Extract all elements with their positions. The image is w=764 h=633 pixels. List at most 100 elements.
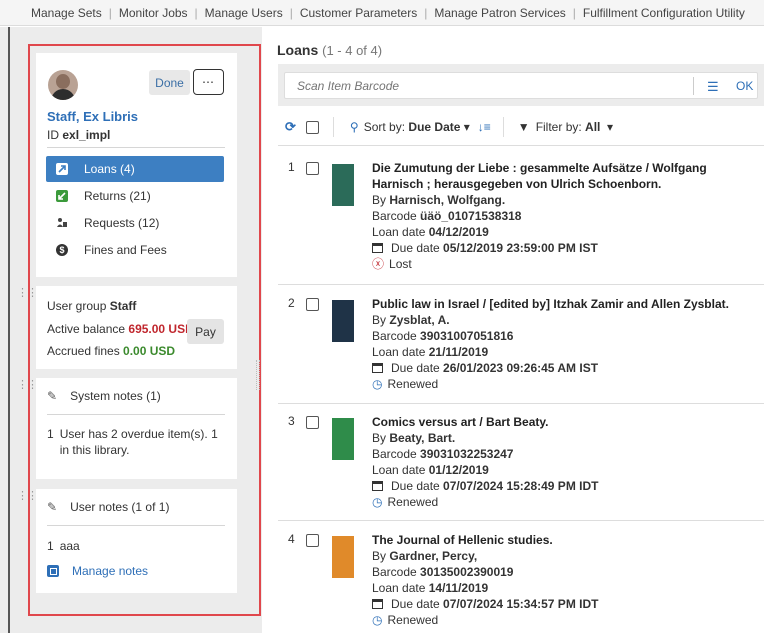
item-checkbox[interactable] bbox=[306, 162, 319, 175]
nav-manage-users[interactable]: Manage Users bbox=[205, 6, 283, 20]
accrued-fines: Accrued fines 0.00 USD bbox=[47, 344, 176, 358]
item-author: By Harnisch, Wolfgang. bbox=[372, 193, 506, 207]
nav-separator: | bbox=[289, 5, 293, 20]
item-title[interactable]: Comics versus art / Bart Beaty. bbox=[372, 414, 752, 430]
book-cover[interactable] bbox=[332, 164, 354, 206]
list-icon[interactable]: ☰ bbox=[707, 79, 719, 95]
item-title[interactable]: Public law in Israel / [edited by] Itzha… bbox=[372, 296, 752, 312]
calendar-icon bbox=[372, 599, 383, 609]
divider bbox=[278, 403, 764, 404]
search-icon: ⚲ bbox=[349, 120, 359, 134]
item-status: ◷ Renewed bbox=[372, 377, 439, 391]
item-status: ◷ Renewed bbox=[372, 613, 439, 627]
refresh-icon[interactable]: ⟳ bbox=[285, 119, 296, 135]
menu-item-requests[interactable]: Requests (12) bbox=[46, 210, 224, 236]
nav-manage-sets[interactable]: Manage Sets bbox=[31, 6, 102, 20]
manage-notes-icon bbox=[47, 565, 59, 577]
panel-resize-handle[interactable] bbox=[256, 360, 260, 390]
sort-dropdown[interactable]: Sort by: Due Date ▾ bbox=[364, 120, 470, 134]
pay-button[interactable]: Pay bbox=[187, 319, 224, 344]
item-checkbox[interactable] bbox=[306, 298, 319, 311]
page-title: Loans (1 - 4 of 4) bbox=[277, 42, 383, 58]
divider bbox=[47, 414, 225, 415]
calendar-icon bbox=[372, 363, 383, 373]
divider bbox=[332, 117, 334, 137]
item-loan-date: Loan date 04/12/2019 bbox=[372, 225, 489, 239]
item-author: By Zysblat, A. bbox=[372, 313, 450, 327]
divider bbox=[47, 525, 225, 526]
item-title[interactable]: Die Zumutung der Liebe : gesammelte Aufs… bbox=[372, 160, 752, 192]
nav-separator: | bbox=[572, 5, 576, 20]
calendar-icon bbox=[372, 243, 383, 253]
book-cover[interactable] bbox=[332, 300, 354, 342]
user-name[interactable]: Staff, Ex Libris bbox=[47, 109, 138, 124]
window-edge bbox=[8, 27, 10, 633]
menu-item-loans[interactable]: Loans (4) bbox=[46, 156, 224, 182]
done-button[interactable]: Done bbox=[149, 70, 190, 95]
renewed-clock-icon: ◷ bbox=[372, 377, 383, 391]
sort-direction-icon[interactable]: ↓≡ bbox=[478, 120, 491, 134]
item-status: ⓧ Lost bbox=[372, 257, 412, 271]
item-due-date: Due date 07/07/2024 15:34:57 PM IDT bbox=[372, 596, 752, 612]
manage-notes-link[interactable]: Manage notes bbox=[47, 564, 148, 578]
more-options-button[interactable]: ⋯ bbox=[193, 69, 224, 95]
menu-item-fines-fees[interactable]: $ Fines and Fees bbox=[46, 237, 224, 263]
item-due-date: Due date 07/07/2024 15:28:49 PM IDT bbox=[372, 478, 752, 494]
loan-details: Public law in Israel / [edited by] Itzha… bbox=[372, 296, 752, 392]
system-note: 1 User has 2 overdue item(s). 1 in this … bbox=[47, 427, 218, 457]
nav-customer-parameters[interactable]: Customer Parameters bbox=[300, 6, 417, 20]
calendar-icon bbox=[372, 481, 383, 491]
renewed-clock-icon: ◷ bbox=[372, 495, 383, 509]
note-edit-icon: ✎ bbox=[47, 500, 58, 514]
select-all-checkbox[interactable] bbox=[305, 120, 319, 134]
system-notes-card: ✎ System notes (1) 1 User has 2 overdue … bbox=[36, 378, 237, 479]
note-edit-icon: ✎ bbox=[47, 389, 58, 403]
balance-card: User group Staff Active balance 695.00 U… bbox=[36, 286, 237, 369]
menu-item-label: Loans (4) bbox=[84, 162, 135, 176]
item-due-date: Due date 26/01/2023 09:26:45 AM IST bbox=[372, 360, 752, 376]
drag-handle-icon[interactable]: ⋮⋮ bbox=[17, 288, 38, 299]
item-barcode: Barcode 39031032253247 bbox=[372, 447, 514, 461]
item-loan-date: Loan date 01/12/2019 bbox=[372, 463, 489, 477]
menu-item-label: Requests (12) bbox=[84, 216, 160, 230]
user-group: User group Staff bbox=[47, 299, 137, 313]
scan-item-barcode-input[interactable] bbox=[285, 73, 675, 98]
book-cover[interactable] bbox=[332, 536, 354, 578]
menu-item-label: Fines and Fees bbox=[84, 243, 167, 257]
user-note: 1 aaa bbox=[47, 539, 80, 553]
drag-handle-icon[interactable]: ⋮⋮ bbox=[17, 491, 38, 502]
item-status: ◷ Renewed bbox=[372, 495, 439, 509]
item-number: 3 bbox=[288, 414, 295, 428]
fines-icon: $ bbox=[56, 244, 68, 256]
drag-handle-icon[interactable]: ⋮⋮ bbox=[17, 380, 38, 391]
nav-separator: | bbox=[108, 5, 112, 20]
item-title[interactable]: The Journal of Hellenic studies. bbox=[372, 532, 752, 548]
item-number: 2 bbox=[288, 296, 295, 310]
loan-details: The Journal of Hellenic studies. By Gard… bbox=[372, 532, 752, 628]
menu-item-returns[interactable]: Returns (21) bbox=[46, 183, 224, 209]
user-notes-header[interactable]: ✎ User notes (1 of 1) bbox=[47, 500, 169, 514]
item-number: 4 bbox=[288, 532, 295, 546]
menu-item-label: Returns (21) bbox=[84, 189, 151, 203]
nav-separator: | bbox=[194, 5, 198, 20]
nav-fulfillment-configuration[interactable]: Fulfillment Configuration Utility bbox=[583, 6, 745, 20]
requests-icon bbox=[56, 217, 68, 229]
item-loan-date: Loan date 14/11/2019 bbox=[372, 581, 489, 595]
item-checkbox[interactable] bbox=[306, 534, 319, 547]
system-notes-header[interactable]: ✎ System notes (1) bbox=[47, 389, 161, 403]
filter-icon: ▼ bbox=[517, 120, 530, 134]
ok-button[interactable]: OK bbox=[736, 79, 753, 93]
item-author: By Gardner, Percy, bbox=[372, 549, 478, 563]
divider bbox=[693, 77, 694, 95]
nav-monitor-jobs[interactable]: Monitor Jobs bbox=[119, 6, 188, 20]
filter-dropdown[interactable]: Filter by: All ▾ bbox=[536, 120, 613, 134]
item-author: By Beaty, Bart. bbox=[372, 431, 456, 445]
scan-bar: ☰ OK bbox=[278, 64, 764, 106]
item-loan-date: Loan date 21/11/2019 bbox=[372, 345, 489, 359]
item-checkbox[interactable] bbox=[306, 416, 319, 429]
item-barcode: Barcode 30135002390019 bbox=[372, 565, 514, 579]
item-barcode: Barcode 39031007051816 bbox=[372, 329, 514, 343]
book-cover[interactable] bbox=[332, 418, 354, 460]
renewed-clock-icon: ◷ bbox=[372, 613, 383, 627]
nav-manage-patron-services[interactable]: Manage Patron Services bbox=[434, 6, 565, 20]
